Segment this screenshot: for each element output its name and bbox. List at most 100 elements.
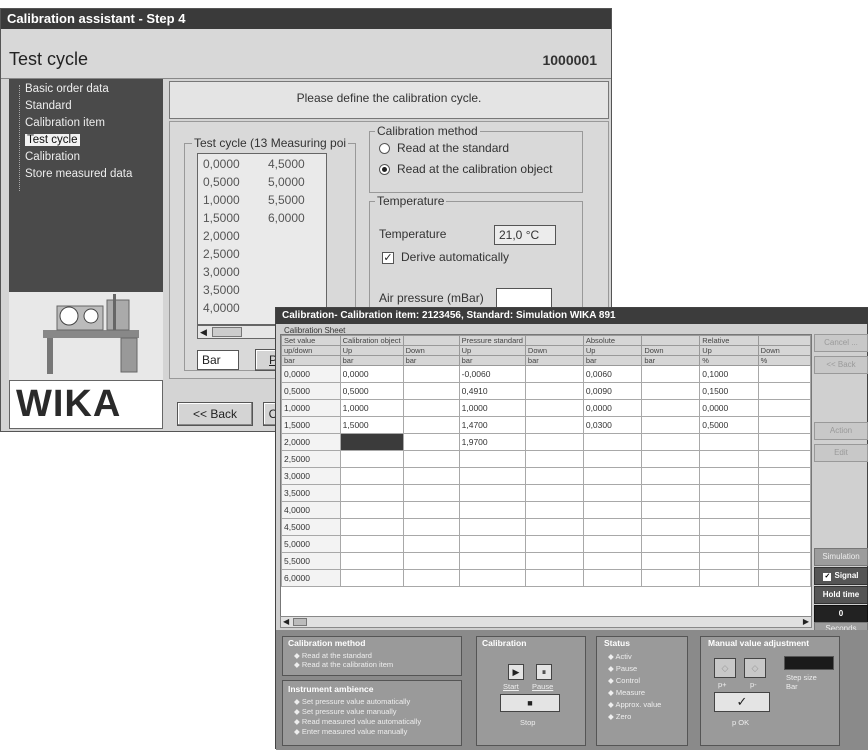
radio-read-at-object[interactable] (379, 164, 390, 175)
calibration-sheet-grid[interactable]: Set value Calibration object Pressure stan… (280, 334, 812, 628)
grid-cell[interactable] (582, 569, 643, 587)
grid-cell[interactable] (402, 399, 460, 417)
nav-item-standard[interactable]: Standard (25, 100, 72, 112)
grid-cell[interactable]: -0,0060 (458, 365, 526, 383)
grid-cell[interactable] (757, 484, 811, 502)
grid-cell[interactable] (458, 569, 526, 587)
grid-cell[interactable] (339, 467, 404, 485)
grid-cell[interactable] (641, 382, 701, 400)
grid-cell[interactable]: 1,0000 (458, 399, 526, 417)
grid-cell[interactable] (524, 382, 584, 400)
back-button[interactable]: << Back (814, 356, 868, 374)
grid-cell[interactable] (524, 467, 584, 485)
grid-cell[interactable] (524, 552, 584, 570)
grid-cell[interactable] (582, 467, 643, 485)
stop-button[interactable]: ■ (500, 694, 560, 712)
grid-cell[interactable] (458, 552, 526, 570)
grid-cell[interactable]: 4,5000 (281, 518, 341, 536)
grid-cell[interactable] (402, 552, 460, 570)
grid-cell[interactable] (699, 467, 759, 485)
grid-cell[interactable] (641, 365, 701, 383)
grid-cell[interactable]: 0,0000 (339, 365, 404, 383)
grid-cell[interactable] (524, 484, 584, 502)
grid-cell[interactable] (757, 399, 811, 417)
grid-cell[interactable] (699, 450, 759, 468)
grid-cell[interactable] (582, 552, 643, 570)
grid-cell[interactable]: 0,0060 (582, 365, 643, 383)
grid-cell[interactable] (402, 416, 460, 434)
grid-cell[interactable] (641, 484, 701, 502)
grid-cell[interactable]: 0,5000 (699, 416, 759, 434)
nav-item-calibration-item[interactable]: Calibration item (25, 117, 105, 129)
grid-cell[interactable] (524, 433, 584, 451)
grid-cell[interactable] (524, 569, 584, 587)
grid-cell[interactable] (641, 535, 701, 553)
grid-cell[interactable] (699, 484, 759, 502)
grid-cell[interactable]: 1,5000 (281, 416, 341, 434)
nav-item-calibration[interactable]: Calibration (25, 151, 80, 163)
grid-cell[interactable] (524, 416, 584, 434)
scroll-thumb[interactable] (293, 618, 307, 626)
grid-cell[interactable] (582, 484, 643, 502)
grid-cell[interactable]: 3,5000 (281, 484, 341, 502)
grid-cell[interactable] (699, 518, 759, 536)
grid-cell[interactable] (524, 365, 584, 383)
nav-item-store-measured-data[interactable]: Store measured data (25, 168, 132, 180)
grid-cell[interactable] (524, 535, 584, 553)
grid-cell[interactable] (641, 467, 701, 485)
grid-cell[interactable] (699, 433, 759, 451)
cancel-button[interactable]: Cancel ... (814, 334, 868, 352)
grid-cell[interactable]: 0,0090 (582, 382, 643, 400)
grid-cell[interactable] (524, 399, 584, 417)
grid-hscrollbar[interactable]: ◀ ▶ (280, 616, 812, 628)
grid-cell[interactable] (524, 518, 584, 536)
grid-cell[interactable] (524, 501, 584, 519)
grid-cell[interactable]: 1,0000 (339, 399, 404, 417)
grid-cell[interactable]: 0,0000 (281, 365, 341, 383)
grid-cell[interactable] (339, 433, 404, 451)
grid-cell[interactable]: 5,5000 (281, 552, 341, 570)
grid-cell[interactable] (757, 382, 811, 400)
grid-cell[interactable] (641, 450, 701, 468)
back-button[interactable]: << Back (177, 402, 253, 426)
nav-item-test-cycle[interactable]: Test cycle (25, 134, 80, 146)
grid-cell[interactable] (699, 552, 759, 570)
nav-item-basic-order-data[interactable]: Basic order data (25, 83, 109, 95)
grid-cell[interactable]: 3,0000 (281, 467, 341, 485)
grid-cell[interactable]: 1,5000 (339, 416, 404, 434)
grid-cell[interactable] (757, 365, 811, 383)
grid-cell[interactable] (582, 450, 643, 468)
edit-button[interactable]: Edit (814, 444, 868, 462)
scroll-left-icon[interactable]: ◀ (200, 327, 210, 337)
grid-cell[interactable] (641, 416, 701, 434)
grid-cell[interactable] (757, 501, 811, 519)
grid-cell[interactable] (402, 365, 460, 383)
grid-cell[interactable] (757, 450, 811, 468)
grid-cell[interactable]: 2,5000 (281, 450, 341, 468)
grid-cell[interactable] (641, 501, 701, 519)
hold-time-value[interactable]: 0 (814, 605, 868, 623)
grid-cell[interactable] (402, 467, 460, 485)
grid-cell[interactable] (339, 535, 404, 553)
grid-cell[interactable] (402, 484, 460, 502)
grid-cell[interactable] (339, 518, 404, 536)
grid-cell[interactable] (402, 535, 460, 553)
action-button[interactable]: Action (814, 422, 868, 440)
grid-cell[interactable] (458, 501, 526, 519)
p-ok-button[interactable]: ✓ (714, 692, 770, 712)
grid-cell[interactable] (524, 450, 584, 468)
grid-cell[interactable] (458, 467, 526, 485)
grid-cell[interactable]: 0,0000 (582, 399, 643, 417)
signal-checkbox[interactable]: ✓ (823, 573, 832, 581)
grid-cell[interactable] (641, 518, 701, 536)
p-plus-button[interactable]: ◇ (714, 658, 736, 678)
unit-field[interactable]: Bar (197, 350, 239, 370)
grid-cell[interactable]: 1,9700 (458, 433, 526, 451)
test-cycle-list[interactable]: 0,0000 0,5000 1,0000 1,5000 2,0000 2,500… (197, 153, 327, 325)
grid-cell[interactable] (757, 552, 811, 570)
grid-cell[interactable] (641, 552, 701, 570)
grid-cell[interactable] (582, 501, 643, 519)
grid-cell[interactable] (458, 535, 526, 553)
grid-cell[interactable]: 4,0000 (281, 501, 341, 519)
start-button[interactable]: ▶ (508, 664, 524, 680)
